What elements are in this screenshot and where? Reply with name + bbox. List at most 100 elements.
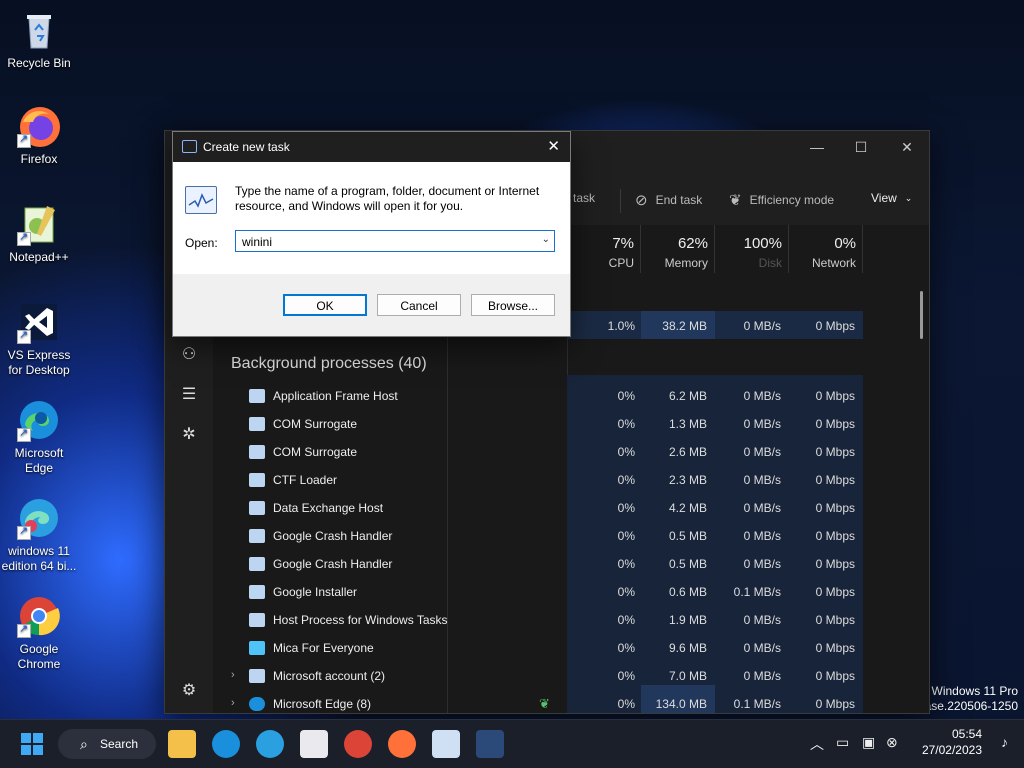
- vertical-scrollbar[interactable]: [920, 291, 923, 339]
- process-name: Google Crash Handler: [273, 529, 393, 543]
- view-menu-button[interactable]: View ⌄: [871, 191, 912, 205]
- table-row[interactable]: › Microsoft Edge (8) 0% 134.0 MB 0.1 MB/s 0 M…: [213, 691, 929, 713]
- dialog-close-icon[interactable]: ✕: [547, 137, 560, 155]
- network-audio-icon[interactable]: ⊗: [886, 734, 898, 751]
- users-nav-icon[interactable]: ⚇: [177, 343, 201, 367]
- column-header-pct: 62%: [677, 235, 708, 252]
- close-window-button[interactable]: ✕: [897, 137, 917, 157]
- firefox-taskbar-icon[interactable]: [388, 730, 416, 758]
- process-name: Data Exchange Host: [273, 501, 384, 515]
- table-row[interactable]: Google Crash Handler 0% 0.5 MB 0 MB/s 0 Mbps: [213, 551, 929, 579]
- cell-disk: 0 MB/s: [743, 389, 781, 403]
- expand-chevron-icon[interactable]: ›: [231, 669, 235, 681]
- table-row[interactable]: Google Installer 0% 0.6 MB 0.1 MB/s 0 Mbps: [213, 579, 929, 607]
- cell-disk: 0.1 MB/s: [733, 585, 781, 599]
- desktop-icon-windows11-edition[interactable]: windows 11 edition 64 bi...: [0, 496, 78, 574]
- show-hidden-icons-chevron-icon[interactable]: ︿: [810, 734, 824, 754]
- desktop-icon-label: Google Chrome: [17, 642, 61, 671]
- process-icon: [249, 529, 265, 543]
- table-row[interactable]: Google Crash Handler 0% 0.5 MB 0 MB/s 0 Mbps: [213, 523, 929, 551]
- store-icon[interactable]: [300, 730, 328, 758]
- desktop-icon-vs-express[interactable]: VS Express for Desktop: [0, 300, 78, 378]
- shortcut-arrow-icon: [17, 524, 31, 540]
- table-row[interactable]: Mica For Everyone 0% 9.6 MB 0 MB/s 0 Mbps: [213, 635, 929, 663]
- notepadpp-icon: [17, 202, 61, 246]
- taskbar-search-box[interactable]: ⌕ Search: [58, 729, 156, 759]
- cell-memory: 7.0 MB: [668, 669, 707, 683]
- process-icon: [249, 445, 265, 459]
- browse-button[interactable]: Browse...: [471, 294, 555, 316]
- tablet-icon[interactable]: ▭: [836, 734, 849, 751]
- cell-disk: 0 MB/s: [743, 319, 781, 333]
- open-combobox[interactable]: ⌄: [235, 230, 555, 252]
- table-row[interactable]: Host Process for Windows Tasks 0% 1.9 MB 0 …: [213, 607, 929, 635]
- taskbar-clock[interactable]: 05:54 27/02/2023: [922, 726, 982, 758]
- desktop-icon-label: Microsoft Edge: [14, 446, 64, 475]
- process-icon: [249, 669, 265, 683]
- process-name: Google Crash Handler: [273, 557, 393, 571]
- leaf-icon: ❦: [729, 192, 742, 209]
- ok-button[interactable]: OK: [283, 294, 367, 316]
- cell-network: 0 Mbps: [815, 585, 855, 599]
- desktop-icon-label: VS Express for Desktop: [7, 348, 71, 377]
- cell-cpu: 0%: [617, 697, 635, 711]
- background-processes-heading: Background processes (40): [231, 355, 427, 372]
- cell-network: 0 Mbps: [815, 389, 855, 403]
- open-input[interactable]: [240, 234, 534, 250]
- edge-beta-taskbar-icon[interactable]: [256, 730, 284, 758]
- camera-icon[interactable]: ▣: [862, 734, 875, 751]
- column-header-memory[interactable]: 62% Memory: [641, 225, 715, 273]
- column-header-network[interactable]: 0% Network: [789, 225, 863, 273]
- expand-chevron-icon[interactable]: ›: [231, 697, 235, 709]
- desktop-icon-recycle-bin[interactable]: Recycle Bin: [0, 8, 78, 71]
- cancel-button[interactable]: Cancel: [377, 294, 461, 316]
- table-row[interactable]: Data Exchange Host 0% 4.2 MB 0 MB/s 0 Mbps: [213, 495, 929, 523]
- cell-network: 0 Mbps: [815, 417, 855, 431]
- minimize-button[interactable]: —: [807, 137, 827, 157]
- column-header-cpu[interactable]: 7% CPU: [567, 225, 641, 273]
- start-windows-icon[interactable]: [18, 730, 46, 758]
- cell-disk: 0 MB/s: [743, 613, 781, 627]
- file-explorer-icon[interactable]: [168, 730, 196, 758]
- cell-cpu: 0%: [617, 417, 635, 431]
- end-task-button[interactable]: ⊘ End task: [635, 191, 702, 209]
- desktop-icon-label: windows 11 edition 64 bi...: [1, 544, 77, 573]
- process-name: Google Installer: [273, 585, 358, 599]
- efficiency-mode-button[interactable]: ❦ Efficiency mode: [729, 191, 834, 209]
- shortcut-arrow-icon: [17, 622, 31, 638]
- services-nav-icon[interactable]: ✲: [177, 423, 201, 447]
- search-icon: ⌕: [80, 736, 88, 752]
- desktop-icon-chrome[interactable]: Google Chrome: [0, 594, 78, 672]
- process-name: COM Surrogate: [273, 445, 358, 459]
- process-icon: [249, 557, 265, 571]
- task-manager-taskbar-icon[interactable]: [476, 730, 504, 758]
- table-row[interactable]: Application Frame Host 0% 6.2 MB 0 MB/s 0 Mb…: [213, 383, 929, 411]
- cell-cpu: 0%: [617, 613, 635, 627]
- details-nav-icon[interactable]: ☰: [177, 383, 201, 407]
- maximize-button[interactable]: ☐: [851, 137, 871, 157]
- cell-disk: 0 MB/s: [743, 473, 781, 487]
- column-header-disk[interactable]: 100% Disk: [715, 225, 789, 273]
- chrome-taskbar-icon[interactable]: [344, 730, 372, 758]
- notification-bell-icon[interactable]: ♪: [1001, 734, 1008, 750]
- edge-taskbar-icon[interactable]: [212, 730, 240, 758]
- open-label: Open:: [185, 236, 218, 250]
- table-row[interactable]: › Microsoft account (2) 0% 7.0 MB 0 MB/s 0 Mb…: [213, 663, 929, 691]
- table-row[interactable]: CTF Loader 0% 2.3 MB 0 MB/s 0 Mbps: [213, 467, 929, 495]
- cell-memory: 38.2 MB: [662, 319, 707, 333]
- settings-gear-icon[interactable]: ⚙: [177, 679, 201, 703]
- cell-disk: 0 MB/s: [743, 417, 781, 431]
- table-row[interactable]: COM Surrogate 0% 2.6 MB 0 MB/s 0 Mbps: [213, 439, 929, 467]
- table-row[interactable]: COM Surrogate 0% 1.3 MB 0 MB/s 0 Mbps: [213, 411, 929, 439]
- cell-memory: 0.5 MB: [668, 529, 707, 543]
- cell-memory: 2.6 MB: [668, 445, 707, 459]
- desktop-icon-edge[interactable]: Microsoft Edge: [0, 398, 78, 476]
- cell-cpu: 1.0%: [607, 319, 635, 333]
- desktop-icon-firefox[interactable]: Firefox: [0, 104, 78, 167]
- chevron-down-icon[interactable]: ⌄: [542, 234, 550, 245]
- create-new-task-dialog: Create new task ✕ Type the name of a pro…: [172, 131, 571, 337]
- performance-monitor-icon[interactable]: [432, 730, 460, 758]
- cell-cpu: 0%: [617, 501, 635, 515]
- toolbar-divider: [620, 189, 621, 213]
- desktop-icon-notepadpp[interactable]: Notepad++: [0, 202, 78, 265]
